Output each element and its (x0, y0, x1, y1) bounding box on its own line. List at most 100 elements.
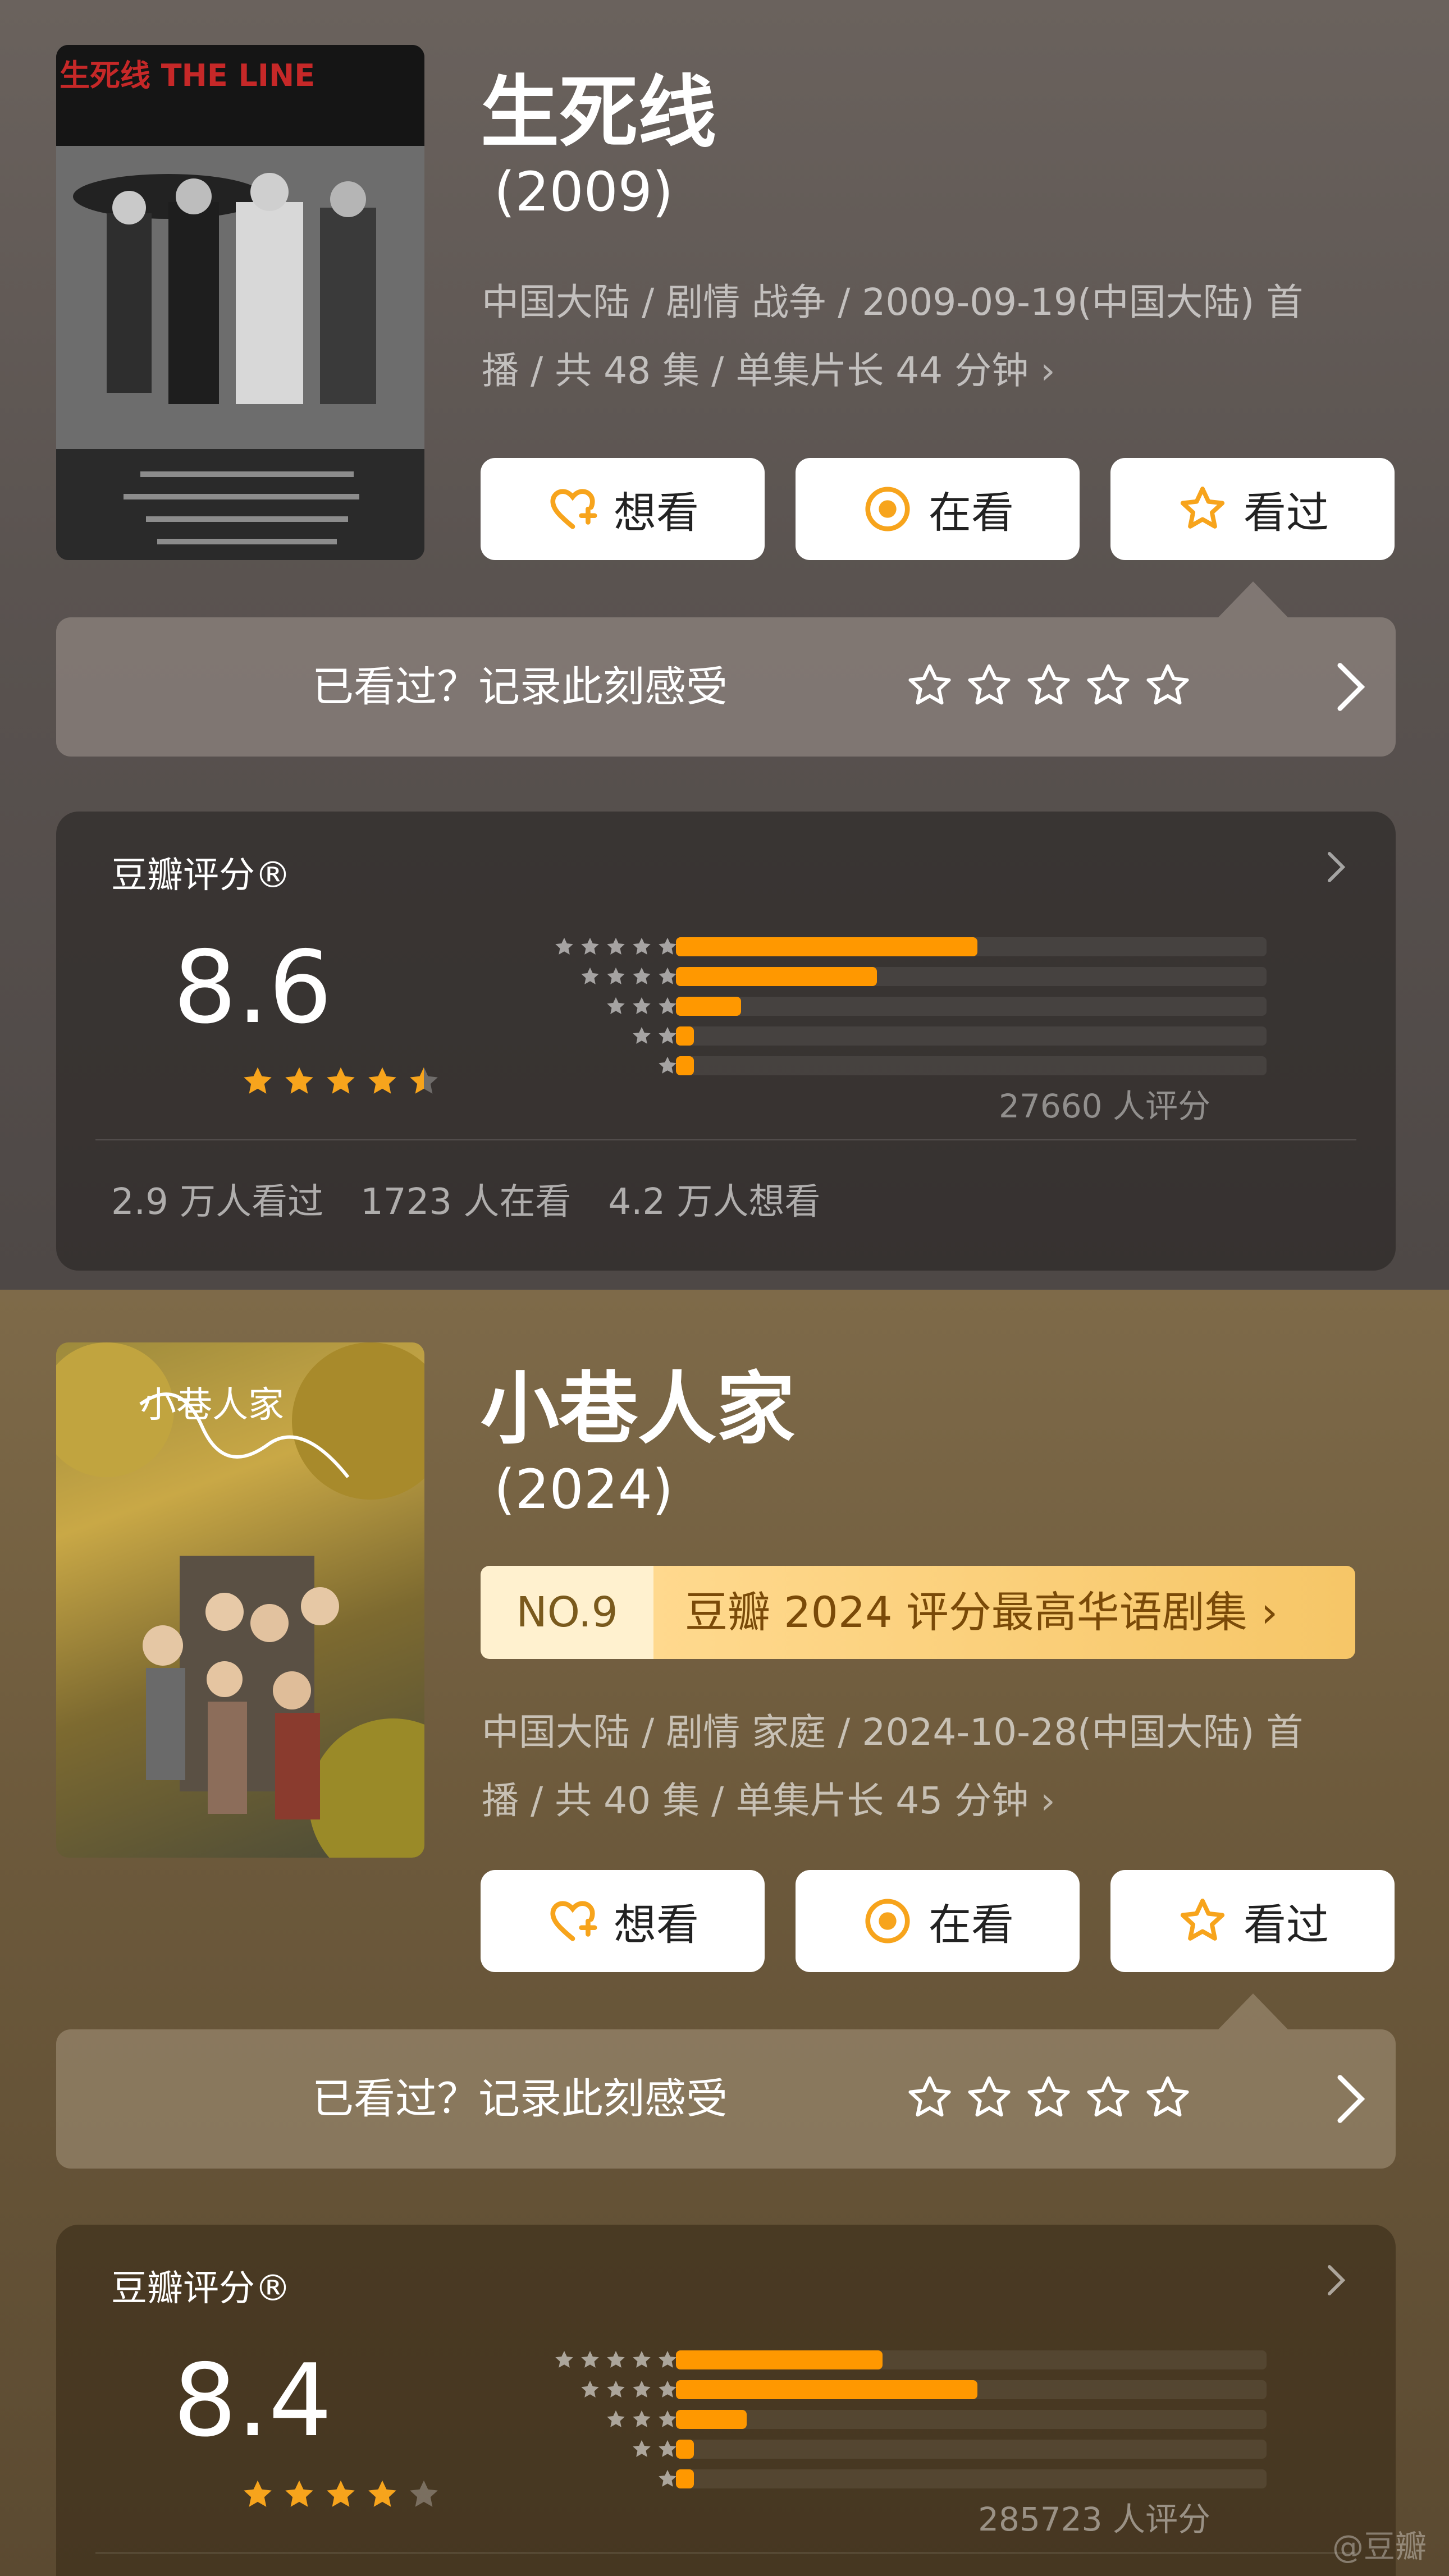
rating-input-stars[interactable] (904, 660, 1194, 712)
rating-bar-five-star (472, 935, 1269, 957)
poster-title-text: 生死线 THE LINE (60, 58, 316, 93)
star-outline-icon[interactable] (1082, 2072, 1134, 2124)
star-outline-icon[interactable] (904, 660, 956, 712)
star-level-label (552, 2348, 679, 2371)
rating-bar-track (676, 2469, 1267, 2488)
rating-bar-one-star (472, 2467, 1269, 2490)
watching-label: 在看 (929, 488, 1014, 538)
chevron-right-icon: › (1040, 349, 1055, 392)
heart-plus-icon (550, 1901, 597, 1941)
score-stars (239, 2476, 442, 2513)
star-outline-icon[interactable] (1142, 2072, 1194, 2124)
rating-bar-fill (676, 2469, 694, 2488)
chevron-right-icon (1337, 663, 1365, 711)
star-outline-icon[interactable] (963, 660, 1015, 712)
watching-button[interactable]: 在看 (796, 1870, 1080, 1972)
star-outline-icon[interactable] (1082, 660, 1134, 712)
rating-count: 285723 人评分 (978, 2500, 1210, 2538)
audience-stats: 2.9 万人看过 1723 人在看 4.2 万人想看 (111, 1173, 820, 1225)
rating-bar-track (676, 937, 1267, 956)
record-prompt: 已看过？记录此刻感受 (312, 663, 728, 711)
show-year: (2009) (494, 161, 674, 223)
want-to-watch-button[interactable]: 想看 (481, 458, 765, 560)
watching-label: 在看 (929, 1900, 1014, 1950)
watched-label: 看过 (1244, 488, 1329, 538)
target-icon (865, 487, 910, 531)
star-filled-icon (285, 2480, 313, 2507)
rating-score-value: 8.4 (173, 2343, 332, 2459)
want-label: 想看 (614, 488, 699, 538)
watched-button[interactable]: 看过 (1110, 1870, 1395, 1972)
star-small-icon (633, 2350, 651, 2368)
star-small-icon (555, 2350, 573, 2368)
star-outline-icon[interactable] (963, 2072, 1015, 2124)
rating-bar-fill (676, 2350, 883, 2369)
star-empty-icon (410, 2480, 438, 2507)
poster-image[interactable]: 小巷人家 (56, 1342, 424, 1858)
star-small-icon (633, 2440, 651, 2457)
star-outline-icon (1180, 1899, 1225, 1941)
heart-plus-icon (550, 489, 597, 529)
rating-input-stars[interactable] (904, 2072, 1194, 2124)
meta-line-1: 中国大陆 / 剧情 家庭 / 2024-10-28(中国大陆) 首 (482, 1711, 1304, 1754)
star-outline-icon[interactable] (1142, 660, 1194, 712)
rating-bar-five-star (472, 2348, 1269, 2371)
chevron-right-icon (1328, 2265, 1346, 2295)
rating-bar-fill (676, 2410, 747, 2429)
record-prompt: 已看过？记录此刻感受 (312, 2075, 728, 2123)
star-outline-icon[interactable] (1023, 2072, 1075, 2124)
rating-bar-two-star (472, 2437, 1269, 2460)
douban-rating-card[interactable]: 豆瓣评分® 8.6 27660 人评分 2.9 万人看过 1723 人在看 4.… (56, 812, 1396, 1271)
ranking-badge[interactable]: NO.9 豆瓣 2024 评分最高华语剧集 › (481, 1566, 1355, 1659)
star-filled-icon (327, 1067, 355, 1094)
show-title: 生死线 (481, 67, 717, 159)
star-level-label (578, 2378, 679, 2400)
record-feeling-bar[interactable]: 已看过？记录此刻感受 (56, 617, 1396, 757)
star-filled-icon (285, 1067, 313, 1094)
ranking-number: NO.9 (481, 1566, 653, 1659)
ranking-text: 豆瓣 2024 评分最高华语剧集 › (653, 1566, 1355, 1659)
star-small-icon (607, 2350, 625, 2368)
star-level-label (578, 965, 679, 987)
rating-bar-track (676, 2410, 1267, 2429)
rating-count: 27660 人评分 (999, 1087, 1210, 1125)
divider (95, 2552, 1356, 2554)
watched-count[interactable]: 2.9 万人看过 (111, 1173, 323, 1225)
star-filled-icon (410, 1067, 438, 1094)
chevron-right-icon: › (1040, 1779, 1055, 1822)
record-feeling-bar[interactable]: 已看过？记录此刻感受 (56, 2029, 1396, 2169)
star-small-icon (633, 1026, 651, 1044)
star-small-icon (607, 2410, 625, 2427)
star-outline-icon[interactable] (1023, 660, 1075, 712)
rating-bar-four-star (472, 2378, 1269, 2400)
rating-bar-fill (676, 2440, 694, 2459)
target-icon (865, 1899, 910, 1944)
rating-bar-two-star (472, 1024, 1269, 1047)
poster-image[interactable]: 生死线 THE LINE (56, 45, 424, 560)
star-small-icon (581, 2380, 599, 2398)
want-to-watch-button[interactable]: 想看 (481, 1870, 765, 1972)
show-section-shengsixian: 生死线 THE LINE 生死线 (2009) 中国大陆 / 剧情 战争 / 2… (0, 0, 1449, 1290)
star-small-icon (633, 967, 651, 984)
rating-bar-one-star (472, 1054, 1269, 1076)
score-stars (239, 1063, 442, 1100)
show-meta[interactable]: 中国大陆 / 剧情 战争 / 2009-09-19(中国大陆) 首 播 / 共 … (482, 268, 1402, 405)
star-small-icon (607, 2380, 625, 2398)
rating-score-value: 8.6 (173, 929, 332, 1046)
douban-rating-card[interactable]: 豆瓣评分® 8.4 285723 人评分 (56, 2225, 1396, 2576)
popover-notch (1218, 1993, 1288, 2029)
rating-bar-three-star (472, 2408, 1269, 2430)
rating-bar-fill (676, 937, 977, 956)
show-meta[interactable]: 中国大陆 / 剧情 家庭 / 2024-10-28(中国大陆) 首 播 / 共 … (482, 1698, 1402, 1835)
star-small-icon (633, 2380, 651, 2398)
watching-button[interactable]: 在看 (796, 458, 1080, 560)
want-count[interactable]: 4.2 万人想看 (608, 1173, 820, 1225)
rating-bar-track (676, 2350, 1267, 2369)
star-level-label (630, 2437, 679, 2460)
rating-bar-fill (676, 1056, 694, 1075)
watched-button[interactable]: 看过 (1110, 458, 1395, 560)
rating-bar-track (676, 2380, 1267, 2399)
rating-bar-fill (676, 967, 877, 986)
star-outline-icon[interactable] (904, 2072, 956, 2124)
watching-count[interactable]: 1723 人在看 (360, 1173, 571, 1225)
